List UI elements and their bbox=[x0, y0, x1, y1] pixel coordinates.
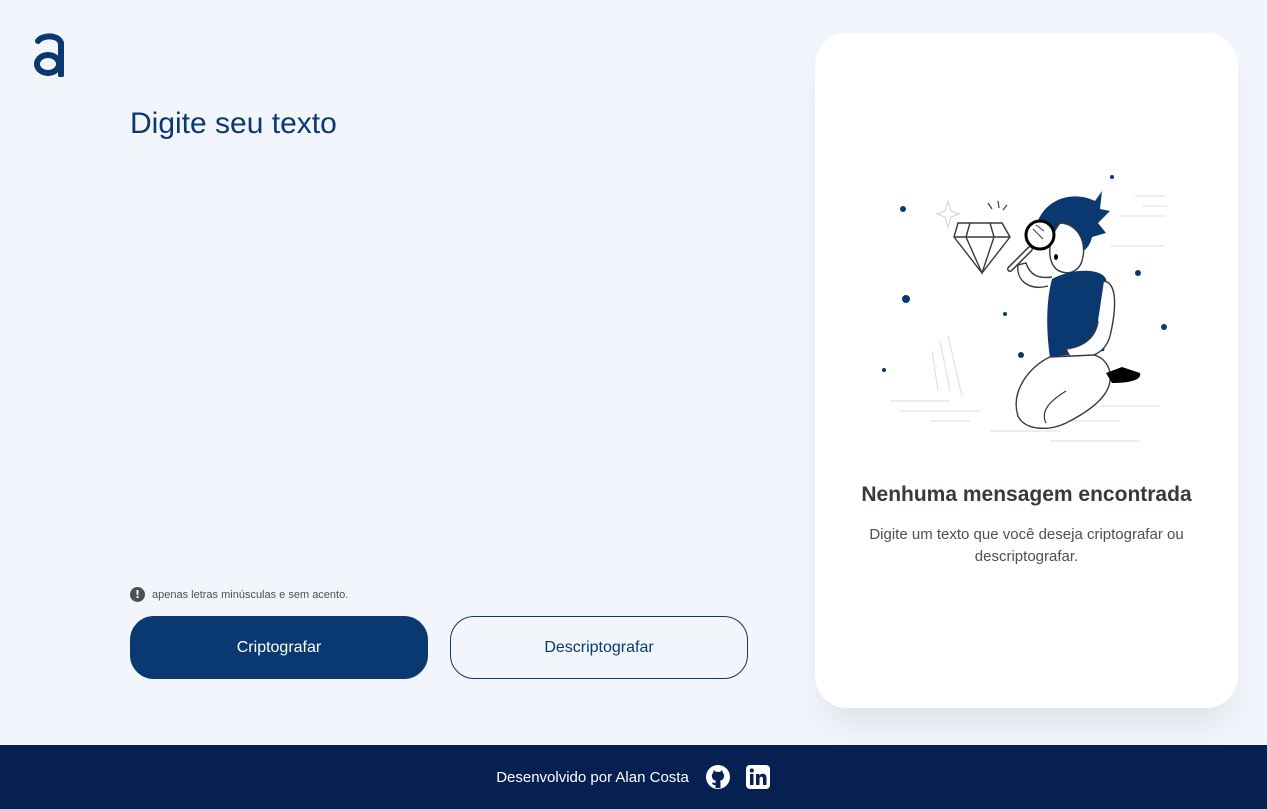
footer-credit: Desenvolvido por Alan Costa bbox=[496, 768, 689, 786]
exclamation-circle-icon: ! bbox=[130, 587, 145, 602]
linkedin-icon[interactable] bbox=[745, 764, 771, 790]
encrypt-button[interactable]: Criptografar bbox=[130, 616, 428, 679]
footer: Desenvolvido por Alan Costa bbox=[0, 745, 1267, 809]
person-with-magnifying-glass-illustration bbox=[870, 161, 1190, 461]
decrypt-button[interactable]: Descriptografar bbox=[450, 616, 748, 679]
alura-a-logo-icon bbox=[32, 33, 66, 77]
input-hint: ! apenas letras minúsculas e sem acento. bbox=[130, 587, 348, 602]
empty-state-title: Nenhuma mensagem encontrada bbox=[861, 483, 1192, 506]
output-panel: Nenhuma mensagem encontrada Digite um te… bbox=[815, 33, 1238, 708]
message-input[interactable] bbox=[130, 106, 750, 566]
hint-text: apenas letras minúsculas e sem acento. bbox=[152, 588, 349, 601]
github-icon[interactable] bbox=[705, 764, 731, 790]
empty-state-text: Digite um texto que você deseja criptogr… bbox=[869, 526, 1184, 565]
